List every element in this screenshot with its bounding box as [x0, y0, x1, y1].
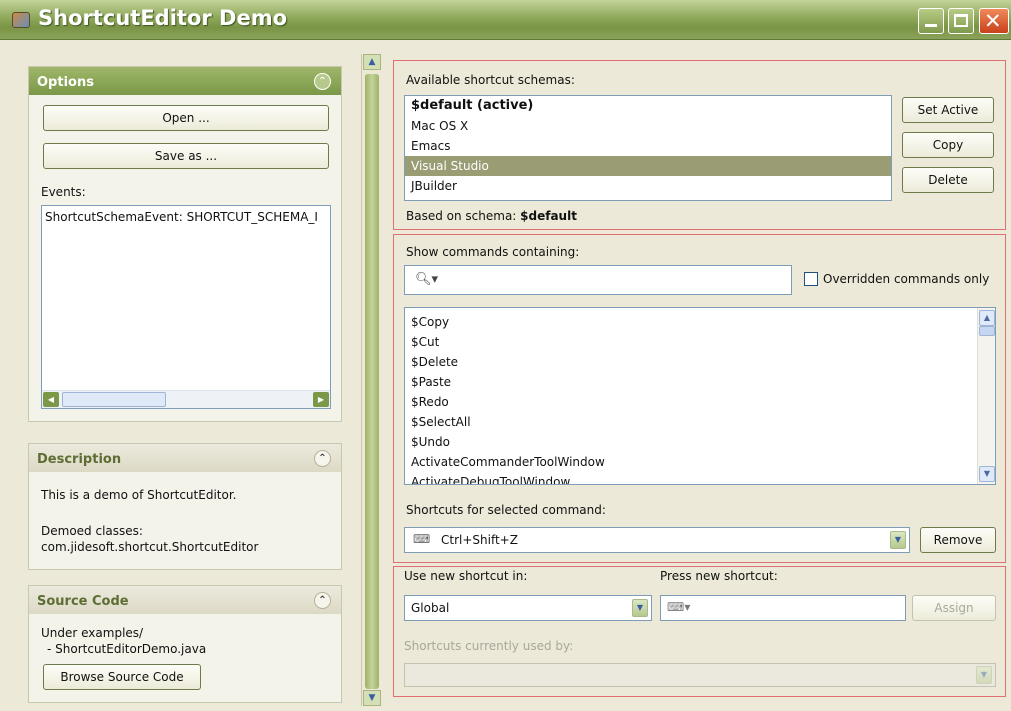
splitter[interactable]: ▲ ▼: [361, 54, 381, 706]
delete-button[interactable]: Delete: [902, 167, 994, 193]
source-code-panel: Source Code ⌃ Under examples/ - Shortcut…: [28, 585, 342, 703]
options-header[interactable]: Options ⌃: [29, 67, 341, 95]
schema-item[interactable]: Mac OS X: [405, 116, 891, 136]
chevron-down-icon[interactable]: ▼: [632, 599, 648, 617]
maximize-button[interactable]: [948, 8, 974, 34]
commands-scrollbar[interactable]: ▲ ▼: [977, 308, 995, 484]
window-title: ShortcutEditor Demo: [38, 6, 288, 30]
scroll-left-icon[interactable]: ◀: [43, 392, 59, 407]
used-by-combo[interactable]: ▼: [404, 663, 996, 687]
demoed-class-name: com.jidesoft.shortcut.ShortcutEditor: [41, 540, 259, 554]
events-label: Events:: [41, 185, 86, 199]
commands-list[interactable]: $Copy $Cut $Delete $Paste $Redo $SelectA…: [404, 307, 996, 485]
chevron-down-icon[interactable]: ▼: [890, 531, 906, 549]
save-as-button[interactable]: Save as ...: [43, 143, 329, 169]
use-in-value: Global: [411, 601, 450, 615]
schema-item-selected[interactable]: Visual Studio: [405, 156, 891, 176]
minimize-button[interactable]: [918, 8, 944, 34]
command-item[interactable]: $Redo: [405, 392, 995, 412]
used-by-label: Shortcuts currently used by:: [404, 639, 574, 653]
command-item[interactable]: ActivateDebugToolWindow: [405, 472, 995, 484]
chevron-down-icon[interactable]: ▼: [976, 666, 992, 684]
based-on-prefix: Based on schema:: [406, 209, 521, 223]
command-item[interactable]: $Undo: [405, 432, 995, 452]
search-icon: 🔍︎▾: [415, 272, 439, 287]
schema-item[interactable]: $default (active): [405, 96, 891, 116]
chevron-up-icon[interactable]: ⌃: [314, 73, 331, 90]
horizontal-scrollbar[interactable]: ◀ ▶: [42, 390, 330, 408]
overridden-label: Overridden commands only: [823, 272, 990, 286]
schemas-list[interactable]: $default (active) Mac OS X Emacs Visual …: [404, 95, 892, 201]
command-item[interactable]: $SelectAll: [405, 412, 995, 432]
command-item[interactable]: ActivateCommanderToolWindow: [405, 452, 995, 472]
remove-button[interactable]: Remove: [920, 527, 996, 553]
description-title: Description: [37, 452, 122, 467]
scroll-right-icon[interactable]: ▶: [313, 392, 329, 407]
scroll-up-icon[interactable]: ▲: [979, 310, 995, 326]
command-item[interactable]: $Paste: [405, 372, 995, 392]
command-item[interactable]: $Copy: [405, 312, 995, 332]
open-button[interactable]: Open ...: [43, 105, 329, 131]
event-item[interactable]: ShortcutSchemaEvent: SHORTCUT_SCHEMA_I: [42, 208, 330, 226]
events-list[interactable]: ShortcutSchemaEvent: SHORTCUT_SCHEMA_I ◀…: [41, 205, 331, 409]
shortcuts-label: Shortcuts for selected command:: [406, 503, 606, 517]
description-panel: Description ⌃ This is a demo of Shortcut…: [28, 443, 342, 570]
overridden-checkbox[interactable]: [804, 272, 818, 286]
splitter-bar[interactable]: [365, 74, 379, 689]
assign-section: Use new shortcut in: Press new shortcut:…: [393, 566, 1006, 697]
description-header[interactable]: Description ⌃: [29, 444, 341, 472]
schemas-section: Available shortcut schemas: $default (ac…: [393, 60, 1006, 230]
options-title: Options: [37, 75, 94, 90]
shortcut-value: Ctrl+Shift+Z: [441, 533, 518, 547]
command-item[interactable]: $Delete: [405, 352, 995, 372]
based-on-value: $default: [520, 209, 577, 223]
schemas-label: Available shortcut schemas:: [406, 73, 575, 87]
press-shortcut-input[interactable]: ⌨▾: [660, 595, 906, 621]
splitter-down-icon[interactable]: ▼: [363, 690, 381, 706]
maximize-icon: [954, 14, 968, 27]
commands-section: Show commands containing: 🔍︎▾ Overridden…: [393, 234, 1006, 563]
press-shortcut-label: Press new shortcut:: [660, 569, 778, 583]
based-on-label: Based on schema: $default: [406, 209, 577, 223]
scroll-thumb[interactable]: [979, 326, 995, 336]
source-code-header[interactable]: Source Code ⌃: [29, 586, 341, 614]
set-active-button[interactable]: Set Active: [902, 97, 994, 123]
close-button[interactable]: ✕: [979, 8, 1009, 34]
demoed-classes-label: Demoed classes:: [41, 524, 143, 538]
splitter-up-icon[interactable]: ▲: [363, 54, 381, 70]
scroll-thumb[interactable]: [62, 392, 166, 407]
source-path-label: Under examples/: [41, 626, 144, 640]
scroll-down-icon[interactable]: ▼: [979, 466, 995, 482]
use-in-label: Use new shortcut in:: [404, 569, 528, 583]
command-search-input[interactable]: 🔍︎▾: [404, 265, 792, 295]
shortcuts-combo[interactable]: ⌨ Ctrl+Shift+Z ▼: [404, 527, 910, 553]
description-text: This is a demo of ShortcutEditor.: [41, 488, 237, 502]
options-panel: Options ⌃ Open ... Save as ... Events: S…: [28, 66, 342, 422]
source-file-label: - ShortcutEditorDemo.java: [47, 642, 207, 656]
keyboard-icon: ⌨▾: [667, 600, 691, 614]
schema-item[interactable]: JBuilder: [405, 176, 891, 196]
chevron-up-icon[interactable]: ⌃: [314, 450, 331, 467]
browse-source-button[interactable]: Browse Source Code: [43, 664, 201, 690]
command-item[interactable]: $Cut: [405, 332, 995, 352]
title-bar[interactable]: ShortcutEditor Demo ✕: [0, 0, 1011, 40]
copy-button[interactable]: Copy: [902, 132, 994, 158]
close-icon: ✕: [984, 9, 1002, 33]
main-window: ShortcutEditor Demo ✕ Options ⌃ Open ...…: [0, 0, 1011, 711]
app-icon: [12, 12, 30, 28]
use-in-combo[interactable]: Global ▼: [404, 595, 652, 621]
commands-label: Show commands containing:: [406, 245, 580, 259]
minimize-icon: [925, 24, 937, 27]
assign-button[interactable]: Assign: [912, 595, 996, 621]
chevron-up-icon[interactable]: ⌃: [314, 592, 331, 609]
keyboard-icon: ⌨: [413, 532, 431, 546]
schema-item[interactable]: Emacs: [405, 136, 891, 156]
commands-items: $Copy $Cut $Delete $Paste $Redo $SelectA…: [405, 308, 995, 484]
source-code-title: Source Code: [37, 594, 129, 609]
